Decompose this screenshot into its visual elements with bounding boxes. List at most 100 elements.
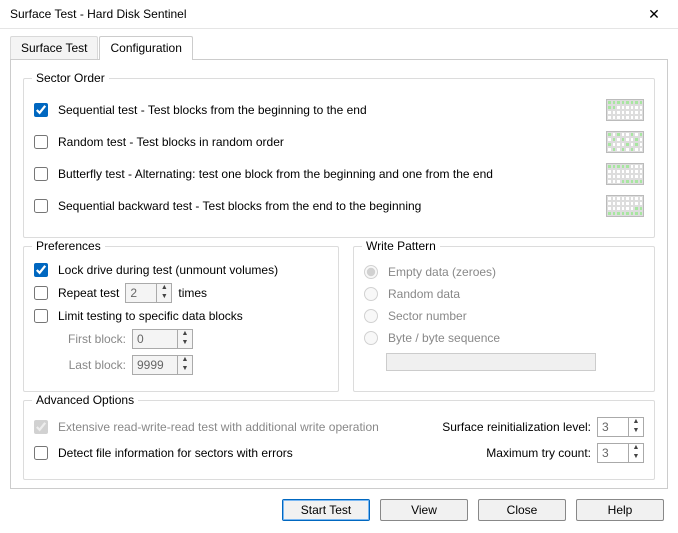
mid-section: Preferences Lock drive during test (unmo… bbox=[23, 246, 655, 392]
checkbox-detect-file-info[interactable] bbox=[34, 446, 48, 460]
checkbox-butterfly-input[interactable] bbox=[34, 167, 48, 181]
radio-sector-number-input bbox=[364, 309, 378, 323]
pattern-random-icon bbox=[606, 131, 644, 153]
group-preferences: Preferences Lock drive during test (unmo… bbox=[23, 246, 339, 392]
label-random: Random test - Test blocks in random orde… bbox=[58, 135, 284, 149]
legend-preferences: Preferences bbox=[32, 239, 105, 253]
checkbox-extensive-test bbox=[34, 420, 48, 434]
tab-configuration[interactable]: Configuration bbox=[99, 36, 192, 60]
label-extensive-test: Extensive read-write-read test with addi… bbox=[58, 420, 379, 434]
row-repeat: Repeat test ▲▼ times bbox=[34, 283, 328, 303]
chevron-up-icon[interactable]: ▲ bbox=[178, 330, 192, 339]
legend-write-pattern: Write Pattern bbox=[362, 239, 440, 253]
tab-surface-test[interactable]: Surface Test bbox=[10, 36, 98, 60]
close-button[interactable]: Close bbox=[478, 499, 566, 521]
label-detect-file-info: Detect file information for sectors with… bbox=[58, 446, 293, 460]
label-last-block: Last block: bbox=[54, 358, 126, 372]
start-test-button[interactable]: Start Test bbox=[282, 499, 370, 521]
row-detect-file-info: Detect file information for sectors with… bbox=[34, 443, 644, 463]
checkbox-random-input[interactable] bbox=[34, 135, 48, 149]
button-bar: Start Test View Close Help bbox=[0, 489, 678, 533]
titlebar: Surface Test - Hard Disk Sentinel ✕ bbox=[0, 0, 678, 29]
spinner-buttons[interactable]: ▲▼ bbox=[177, 330, 192, 348]
label-sector-number: Sector number bbox=[388, 309, 467, 323]
input-last-block[interactable] bbox=[133, 356, 177, 374]
group-advanced-options: Advanced Options Extensive read-write-re… bbox=[23, 400, 655, 480]
chevron-down-icon[interactable]: ▼ bbox=[629, 427, 643, 436]
label-first-block: First block: bbox=[54, 332, 126, 346]
label-sequential: Sequential test - Test blocks from the b… bbox=[58, 103, 367, 117]
row-first-block: First block: ▲▼ bbox=[54, 329, 328, 349]
pattern-butterfly-icon bbox=[606, 163, 644, 185]
checkbox-sequential-input[interactable] bbox=[34, 103, 48, 117]
legend-advanced: Advanced Options bbox=[32, 393, 138, 407]
label-byte-sequence: Byte / byte sequence bbox=[388, 331, 500, 345]
group-write-pattern: Write Pattern Empty data (zeroes) Random… bbox=[353, 246, 655, 392]
checkbox-seq-backward[interactable]: Sequential backward test - Test blocks f… bbox=[34, 199, 421, 213]
content: Surface Test Configuration Sector Order … bbox=[0, 29, 678, 489]
label-times: times bbox=[178, 286, 207, 300]
checkbox-lock-drive[interactable] bbox=[34, 263, 48, 277]
group-sector-order: Sector Order Sequential test - Test bloc… bbox=[23, 78, 655, 238]
chevron-down-icon[interactable]: ▼ bbox=[157, 293, 171, 302]
help-button[interactable]: Help bbox=[576, 499, 664, 521]
window: Surface Test - Hard Disk Sentinel ✕ Surf… bbox=[0, 0, 678, 522]
spinner-buttons[interactable]: ▲▼ bbox=[156, 284, 171, 302]
legend-sector-order: Sector Order bbox=[32, 71, 109, 85]
row-random: Random test - Test blocks in random orde… bbox=[34, 131, 644, 153]
spinner-first-block[interactable]: ▲▼ bbox=[132, 329, 193, 349]
radio-byte-sequence: Byte / byte sequence bbox=[364, 331, 644, 345]
chevron-down-icon[interactable]: ▼ bbox=[629, 453, 643, 462]
radio-empty-data: Empty data (zeroes) bbox=[364, 265, 644, 279]
row-seq-backward: Sequential backward test - Test blocks f… bbox=[34, 195, 644, 217]
row-butterfly: Butterfly test - Alternating: test one b… bbox=[34, 163, 644, 185]
spinner-buttons[interactable]: ▲▼ bbox=[628, 418, 643, 436]
spinner-reinit-level[interactable]: ▲▼ bbox=[597, 417, 644, 437]
chevron-up-icon[interactable]: ▲ bbox=[629, 418, 643, 427]
spinner-buttons[interactable]: ▲▼ bbox=[177, 356, 192, 374]
pattern-seq-backward-icon bbox=[606, 195, 644, 217]
radio-empty-data-input bbox=[364, 265, 378, 279]
label-empty-data: Empty data (zeroes) bbox=[388, 265, 496, 279]
label-random-data: Random data bbox=[388, 287, 460, 301]
input-reinit-level[interactable] bbox=[598, 418, 628, 436]
row-last-block: Last block: ▲▼ bbox=[54, 355, 328, 375]
spinner-repeat-count[interactable]: ▲▼ bbox=[125, 283, 172, 303]
input-repeat-count[interactable] bbox=[126, 284, 156, 302]
tab-strip: Surface Test Configuration bbox=[10, 36, 668, 60]
chevron-down-icon[interactable]: ▼ bbox=[178, 365, 192, 374]
input-first-block[interactable] bbox=[133, 330, 177, 348]
chevron-down-icon[interactable]: ▼ bbox=[178, 339, 192, 348]
input-byte-sequence bbox=[386, 353, 596, 371]
spinner-buttons[interactable]: ▲▼ bbox=[628, 444, 643, 462]
window-title: Surface Test - Hard Disk Sentinel bbox=[10, 7, 632, 21]
spinner-retry-count[interactable]: ▲▼ bbox=[597, 443, 644, 463]
checkbox-seq-backward-input[interactable] bbox=[34, 199, 48, 213]
checkbox-limit-blocks[interactable] bbox=[34, 309, 48, 323]
pattern-sequential-icon bbox=[606, 99, 644, 121]
chevron-up-icon[interactable]: ▲ bbox=[629, 444, 643, 453]
row-extensive: Extensive read-write-read test with addi… bbox=[34, 417, 644, 437]
label-retry-count: Maximum try count: bbox=[486, 446, 591, 460]
label-repeat-test: Repeat test bbox=[58, 286, 119, 300]
checkbox-repeat-test[interactable] bbox=[34, 286, 48, 300]
row-limit: Limit testing to specific data blocks bbox=[34, 309, 328, 323]
checkbox-random[interactable]: Random test - Test blocks in random orde… bbox=[34, 135, 284, 149]
radio-byte-sequence-input bbox=[364, 331, 378, 345]
chevron-up-icon[interactable]: ▲ bbox=[157, 284, 171, 293]
label-limit-blocks: Limit testing to specific data blocks bbox=[58, 309, 243, 323]
checkbox-butterfly[interactable]: Butterfly test - Alternating: test one b… bbox=[34, 167, 493, 181]
close-icon[interactable]: ✕ bbox=[632, 0, 676, 28]
checkbox-sequential[interactable]: Sequential test - Test blocks from the b… bbox=[34, 103, 367, 117]
chevron-up-icon[interactable]: ▲ bbox=[178, 356, 192, 365]
row-lock: Lock drive during test (unmount volumes) bbox=[34, 263, 328, 277]
label-seq-backward: Sequential backward test - Test blocks f… bbox=[58, 199, 421, 213]
radio-random-data-input bbox=[364, 287, 378, 301]
tab-panel: Sector Order Sequential test - Test bloc… bbox=[10, 59, 668, 489]
spinner-last-block[interactable]: ▲▼ bbox=[132, 355, 193, 375]
label-reinit-level: Surface reinitialization level: bbox=[442, 420, 591, 434]
radio-random-data: Random data bbox=[364, 287, 644, 301]
row-sequential: Sequential test - Test blocks from the b… bbox=[34, 99, 644, 121]
view-button[interactable]: View bbox=[380, 499, 468, 521]
input-retry-count[interactable] bbox=[598, 444, 628, 462]
